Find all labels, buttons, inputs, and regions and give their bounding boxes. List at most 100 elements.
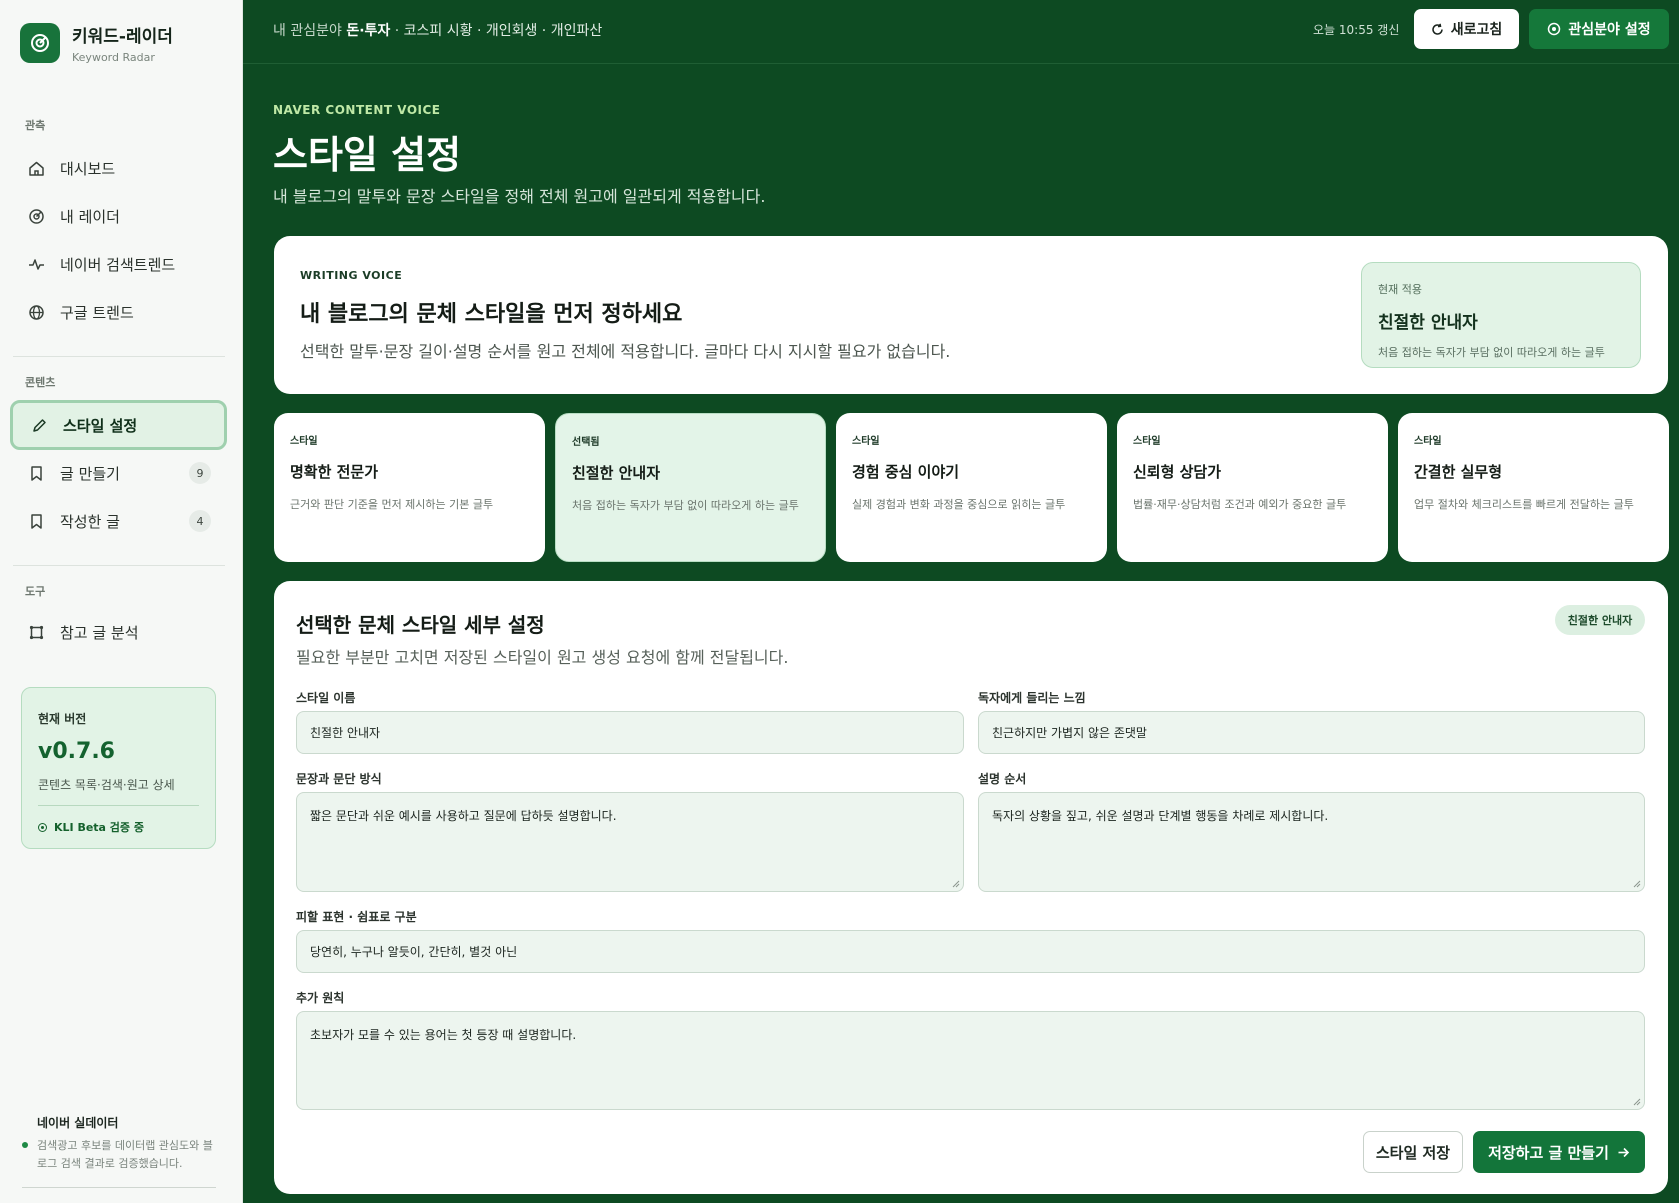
brand-subtitle: Keyword Radar	[72, 51, 155, 64]
sidebar-item-label: 작성한 글	[60, 512, 120, 531]
reader-feel-input[interactable]: 친근하지만 가볍지 않은 존댓말	[978, 711, 1645, 754]
divider	[13, 356, 225, 357]
style-card-desc: 실제 경험과 변화 과정을 중심으로 읽히는 글투	[852, 498, 1066, 511]
version-card: 현재 버전 v0.7.6 콘텐츠 목록·검색·원고 상세 KLI Beta 검증…	[21, 687, 216, 849]
sidebar-item-reference-analysis[interactable]: 참고 글 분석	[10, 610, 227, 654]
globe-icon	[26, 302, 46, 322]
sidebar-item-create-post[interactable]: 글 만들기 9	[10, 451, 227, 495]
style-card-tag: 스타일	[290, 436, 318, 447]
frame-icon	[26, 622, 46, 642]
style-card-tag: 스타일	[1414, 436, 1442, 447]
page-description: 내 블로그의 말투와 문장 스타일을 정해 전체 원고에 일관되게 적용합니다.	[273, 187, 766, 206]
style-card-title: 명확한 전문가	[290, 463, 379, 481]
current-style-label: 현재 적용	[1378, 283, 1422, 296]
sentence-style-textarea[interactable]: 짧은 문단과 쉬운 예시를 사용하고 질문에 답하듯 설명합니다.	[296, 792, 964, 892]
sidebar-item-label: 대시보드	[60, 159, 116, 178]
style-card-tag: 선택됨	[572, 437, 600, 448]
style-card-experience-story[interactable]: 스타일 경험 중심 이야기 실제 경험과 변화 과정을 중심으로 읽히는 글투	[836, 413, 1107, 562]
style-card-concise-practical[interactable]: 스타일 간결한 실무형 업무 절차와 체크리스트를 빠르게 전달하는 글투	[1398, 413, 1669, 562]
home-icon	[26, 158, 46, 178]
style-card-trusted-counselor[interactable]: 스타일 신뢰형 상담가 법률·재무·상담처럼 조건과 예외가 중요한 글투	[1117, 413, 1388, 562]
voice-title: 내 블로그의 문체 스타일을 먼저 정하세요	[300, 302, 683, 327]
divider	[22, 1187, 216, 1188]
save-style-label: 스타일 저장	[1375, 1143, 1451, 1162]
breadcrumb-separator: ·	[394, 23, 400, 39]
bookmark-icon	[26, 463, 46, 483]
count-badge: 9	[189, 462, 211, 484]
extra-principles-value: 초보자가 모를 수 있는 용어는 첫 등장 때 설명합니다.	[310, 1028, 577, 1042]
current-style-title: 친절한 안내자	[1378, 313, 1478, 333]
sidebar-item-label: 스타일 설정	[63, 416, 138, 435]
style-card-title: 경험 중심 이야기	[852, 463, 960, 481]
version-label: 현재 버전	[38, 712, 87, 726]
sidebar-item-naver-trend[interactable]: 네이버 검색트렌드	[10, 242, 227, 286]
style-card-tag: 스타일	[1133, 436, 1161, 447]
sidebar-item-style-settings[interactable]: 스타일 설정	[10, 400, 227, 450]
writing-voice-card: WRITING VOICE 내 블로그의 문체 스타일을 먼저 정하세요 선택한…	[274, 236, 1668, 394]
style-name-label: 스타일 이름	[296, 691, 356, 705]
explain-order-textarea[interactable]: 독자의 상황을 짚고, 쉬운 설명과 단계별 행동을 차례로 제시합니다.	[978, 792, 1645, 892]
brand[interactable]: 키워드-레이더 Keyword Radar	[20, 22, 173, 64]
sidebar-item-dashboard[interactable]: 대시보드	[10, 146, 227, 190]
style-detail-panel: 선택한 문체 스타일 세부 설정 필요한 부분만 고치면 저장된 스타일이 원고…	[274, 581, 1668, 1194]
sidebar-item-label: 내 레이더	[60, 207, 120, 226]
refresh-button[interactable]: 새로고침	[1414, 9, 1519, 49]
selected-style-badge: 친절한 안내자	[1555, 605, 1645, 635]
resize-grip-icon[interactable]	[1633, 1098, 1641, 1106]
breadcrumb-current[interactable]: 돈·투자	[346, 23, 390, 39]
style-name-input[interactable]: 친절한 안내자	[296, 711, 964, 754]
style-card-desc: 처음 접하는 독자가 부담 없이 따라오게 하는 글투	[572, 499, 799, 512]
refresh-label: 새로고침	[1450, 22, 1503, 38]
style-card-title: 간결한 실무형	[1414, 463, 1503, 481]
bookmark-icon	[26, 511, 46, 531]
style-card-clear-expert[interactable]: 스타일 명확한 전문가 근거와 판단 기준을 먼저 제시하는 기본 글투	[274, 413, 545, 562]
save-and-create-button[interactable]: 저장하고 글 만들기	[1473, 1131, 1645, 1173]
sidebar-item-label: 네이버 검색트렌드	[60, 255, 176, 274]
style-card-tag: 스타일	[852, 436, 880, 447]
beta-status-text: KLI Beta 검증 중	[54, 821, 145, 834]
divider	[38, 805, 199, 806]
pencil-icon	[29, 415, 49, 435]
section-content: 콘텐츠	[25, 376, 56, 389]
page-title: 스타일 설정	[273, 133, 462, 177]
avoid-expressions-input[interactable]: 당연히, 누구나 알듯이, 간단히, 별것 아닌	[296, 930, 1645, 973]
refresh-icon	[1431, 23, 1444, 36]
sidebar-item-label: 구글 트렌드	[60, 303, 134, 322]
explain-order-label: 설명 순서	[978, 772, 1027, 786]
extra-principles-textarea[interactable]: 초보자가 모를 수 있는 용어는 첫 등장 때 설명합니다.	[296, 1011, 1645, 1110]
save-style-button[interactable]: 스타일 저장	[1363, 1131, 1463, 1173]
breadcrumb-interests: 코스피 시황 · 개인회생 · 개인파산	[403, 23, 603, 39]
count-badge: 4	[189, 510, 211, 532]
sidebar-item-label: 글 만들기	[60, 464, 120, 483]
sidebar-item-written-posts[interactable]: 작성한 글 4	[10, 499, 227, 543]
reader-feel-label: 독자에게 들리는 느낌	[978, 691, 1086, 705]
last-updated: 오늘 10:55 갱신	[1313, 23, 1400, 37]
sentence-style-value: 짧은 문단과 쉬운 예시를 사용하고 질문에 답하듯 설명합니다.	[310, 809, 617, 823]
sentence-style-label: 문장과 문단 방식	[296, 772, 382, 786]
style-card-desc: 업무 절차와 체크리스트를 빠르게 전달하는 글투	[1414, 498, 1634, 511]
interest-settings-button[interactable]: 관심분야 설정	[1529, 9, 1669, 49]
topbar: 내 관심분야 돈·투자 · 코스피 시황 · 개인회생 · 개인파산 오늘 10…	[243, 0, 1679, 64]
sidebar-item-label: 참고 글 분석	[60, 623, 139, 642]
divider	[13, 565, 225, 566]
detail-title: 선택한 문체 스타일 세부 설정	[296, 613, 545, 637]
resize-grip-icon[interactable]	[1633, 880, 1641, 888]
style-card-title: 친절한 안내자	[572, 464, 661, 482]
resize-grip-icon[interactable]	[952, 880, 960, 888]
target-icon	[1547, 22, 1561, 36]
save-and-create-label: 저장하고 글 만들기	[1488, 1143, 1609, 1162]
sidebar: 키워드-레이더 Keyword Radar 관측 대시보드 내 레이더 네이버 …	[0, 0, 243, 1203]
status-dot-icon	[22, 1142, 28, 1148]
breadcrumb-prefix: 내 관심분야	[273, 23, 342, 39]
style-card-desc: 법률·재무·상담처럼 조건과 예외가 중요한 글투	[1133, 498, 1347, 511]
style-card-friendly-guide[interactable]: 선택됨 친절한 안내자 처음 접하는 독자가 부담 없이 따라오게 하는 글투	[555, 413, 826, 562]
version-number: v0.7.6	[38, 739, 115, 764]
voice-description: 선택한 말투·문장 길이·설명 순서를 원고 전체에 적용합니다. 글마다 다시…	[300, 342, 951, 361]
sidebar-item-google-trend[interactable]: 구글 트렌드	[10, 290, 227, 334]
pulse-icon	[26, 254, 46, 274]
sidebar-item-my-radar[interactable]: 내 레이더	[10, 194, 227, 238]
extra-principles-label: 추가 원칙	[296, 991, 345, 1005]
status-dot-icon	[38, 822, 47, 832]
data-source-title: 네이버 실데이터	[37, 1116, 119, 1130]
page-eyebrow: NAVER CONTENT VOICE	[273, 103, 441, 117]
